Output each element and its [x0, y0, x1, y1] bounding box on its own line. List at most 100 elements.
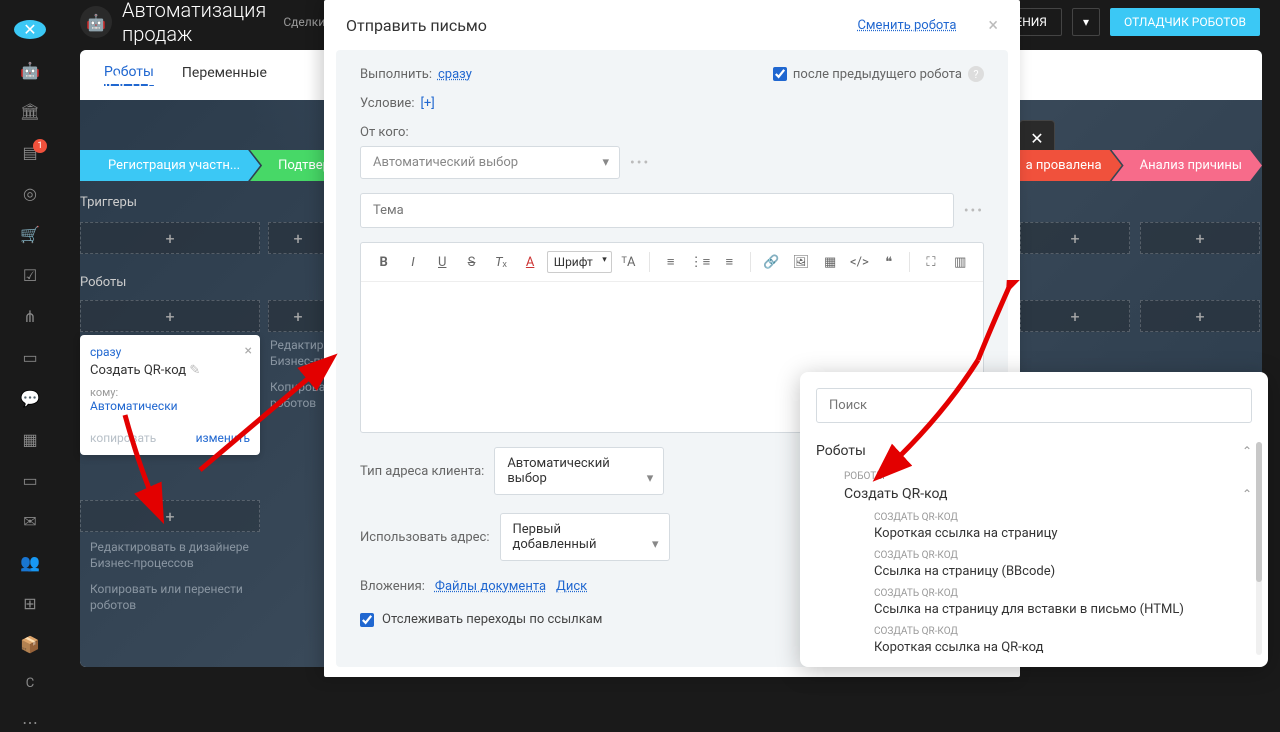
condition-label: Условие: — [360, 96, 414, 111]
addr-type-select[interactable]: Автоматический выбор — [494, 447, 664, 495]
quote-icon[interactable]: ❝ — [876, 249, 901, 275]
template-icon[interactable]: ▥ — [948, 249, 973, 275]
font-select[interactable]: Шрифт — [547, 251, 612, 273]
strike-icon[interactable]: S — [459, 249, 484, 275]
panel-item-html[interactable]: Ссылка на страницу для вставки в письмо … — [816, 599, 1252, 620]
subject-input[interactable] — [360, 193, 954, 228]
attach-label: Вложения: — [360, 579, 425, 594]
addr-type-label: Тип адреса клиента: — [360, 464, 484, 479]
code-icon[interactable]: </> — [847, 249, 872, 275]
card-close-icon[interactable]: × — [245, 343, 252, 359]
after-prev-checkbox[interactable] — [773, 67, 787, 81]
panel-item-short-qr[interactable]: Короткая ссылка на QR-код — [816, 637, 1252, 658]
use-addr-label: Использовать адрес: — [360, 530, 490, 545]
robot-card: × сразу Создать QR-код ✎ кому: Автоматич… — [80, 335, 260, 455]
panel-scrollbar-thumb[interactable] — [1256, 442, 1262, 582]
bg-text: роботов — [270, 396, 316, 410]
bg-text: Бизнес-пр — [270, 354, 327, 368]
panel-item-category: СОЗДАТЬ QR-КОД — [816, 626, 1252, 637]
people-icon[interactable]: 👥 — [19, 553, 41, 572]
modal-close-icon[interactable]: × — [988, 15, 998, 36]
ol-icon[interactable]: ≡ — [658, 249, 683, 275]
underline-icon[interactable]: U — [430, 249, 455, 275]
link-icon[interactable]: 🔗 — [759, 249, 784, 275]
grid-icon[interactable]: ⊞ — [19, 594, 41, 613]
add-robot-button[interactable]: + — [80, 300, 260, 332]
panel-sub-category: РОБОТЫ — [816, 471, 1252, 482]
chat-icon[interactable]: 💬 — [19, 389, 41, 408]
exec-value-link[interactable]: сразу — [438, 67, 472, 82]
italic-icon[interactable]: I — [400, 249, 425, 275]
chevron-up-icon: ⌃ — [1242, 487, 1252, 501]
bg-text: Бизнес-процессов — [90, 556, 194, 570]
track-links-checkbox[interactable] — [360, 613, 374, 627]
extensions-dropdown[interactable]: ▾ — [1072, 8, 1100, 36]
top-tab-deals[interactable]: Сделки — [283, 15, 325, 29]
add-trigger-button-3[interactable]: + — [1020, 222, 1130, 254]
robot-avatar-icon: 🤖 — [80, 6, 112, 38]
share-icon[interactable]: ⋔ — [19, 307, 41, 326]
panel-sub-qr[interactable]: Создать QR-код⌃ — [816, 482, 1252, 506]
stage-analysis[interactable]: Анализ причины — [1112, 150, 1262, 181]
page-title: Автоматизация продаж — [122, 0, 273, 46]
subject-more-icon[interactable]: ••• — [964, 203, 984, 219]
add-trigger-button-4[interactable]: + — [1140, 222, 1260, 254]
image-icon[interactable]: 🖼 — [788, 249, 813, 275]
robot-icon[interactable]: 🤖 — [19, 61, 41, 80]
text-color-icon[interactable]: A — [517, 249, 542, 275]
more-icon[interactable]: ⋯ — [19, 713, 41, 732]
stage-registration[interactable]: Регистрация участн... — [80, 150, 260, 181]
cart-icon[interactable]: 🛒 — [19, 225, 41, 244]
calendar-icon[interactable]: ▦ — [19, 430, 41, 449]
box-icon[interactable]: 📦 — [19, 635, 41, 654]
c-icon[interactable]: C — [26, 676, 34, 691]
add-condition-link[interactable]: [+] — [420, 96, 434, 111]
align-icon[interactable]: ≡ — [717, 249, 742, 275]
panel-item-short-page[interactable]: Короткая ссылка на страницу — [816, 523, 1252, 544]
add-trigger-button-2[interactable]: + — [268, 222, 328, 254]
add-robot-button-2[interactable]: + — [268, 300, 328, 332]
modal-header: Отправить письмо Сменить робота × — [324, 0, 1020, 50]
from-more-icon[interactable]: ••• — [630, 155, 650, 171]
left-rail: ✕ 🤖 🏛 ▤1 ◎ 🛒 ☑ ⋔ ▭ 💬 ▦ ▭ ✉ 👥 ⊞ 📦 C ⋯ — [0, 0, 60, 677]
clear-format-icon[interactable]: Tₓ — [488, 249, 513, 275]
doc-icon[interactable]: ▭ — [19, 348, 41, 367]
use-addr-select[interactable]: Первый добавленный — [500, 513, 670, 561]
card-when: сразу — [90, 345, 250, 359]
page-icon[interactable]: ▭ — [19, 471, 41, 490]
building-icon[interactable]: 🏛 — [19, 102, 41, 121]
add-robot-below-button[interactable]: + — [80, 500, 260, 532]
card-edit-link[interactable]: изменить — [196, 431, 250, 445]
chevron-up-icon: ⌃ — [1242, 444, 1252, 458]
panel-item-category: СОЗДАТЬ QR-КОД — [816, 512, 1252, 523]
modal-title: Отправить письмо — [346, 16, 487, 35]
attach-doc-link[interactable]: Файлы документа — [435, 579, 546, 594]
panel-search-input[interactable] — [816, 388, 1252, 423]
bg-text: Копировать или перенести — [90, 582, 243, 596]
from-select[interactable]: Автоматический выбор — [360, 146, 620, 179]
attach-disk-link[interactable]: Диск — [556, 579, 587, 594]
mail-icon[interactable]: ✉ — [19, 512, 41, 531]
section-title: Роботы и триггеры — [80, 70, 291, 98]
target-icon[interactable]: ◎ — [19, 184, 41, 203]
add-robot-button-4[interactable]: + — [1140, 300, 1260, 332]
editor-toolbar: B I U S Tₓ A Шрифт ᵀA ≡ ⋮≡ ≡ 🔗 🖼 ▦ </> ❝… — [361, 243, 983, 282]
fullscreen-icon[interactable]: ⛶ — [918, 249, 943, 275]
close-panel-button[interactable]: ✕ — [14, 20, 46, 39]
panel-item-bbcode[interactable]: Ссылка на страницу (BBcode) — [816, 561, 1252, 582]
debug-robots-button[interactable]: ОТЛАДЧИК РОБОТОВ — [1110, 8, 1260, 36]
card-copy-link[interactable]: копировать — [90, 431, 156, 445]
card-title: Создать QR-код ✎ — [90, 363, 250, 378]
add-robot-button-3[interactable]: + — [1020, 300, 1130, 332]
check-icon[interactable]: ☑ — [19, 266, 41, 285]
filter-icon[interactable]: ▤1 — [19, 143, 41, 162]
change-robot-link[interactable]: Сменить робота — [857, 18, 956, 33]
table-icon[interactable]: ▦ — [817, 249, 842, 275]
font-size-icon[interactable]: ᵀA — [616, 249, 641, 275]
bg-text: роботов — [90, 598, 136, 612]
help-icon[interactable]: ? — [968, 66, 984, 82]
add-trigger-button[interactable]: + — [80, 222, 260, 254]
ul-icon[interactable]: ⋮≡ — [687, 249, 712, 275]
bold-icon[interactable]: B — [371, 249, 396, 275]
panel-group-robots[interactable]: Роботы⌃ — [816, 439, 1252, 463]
